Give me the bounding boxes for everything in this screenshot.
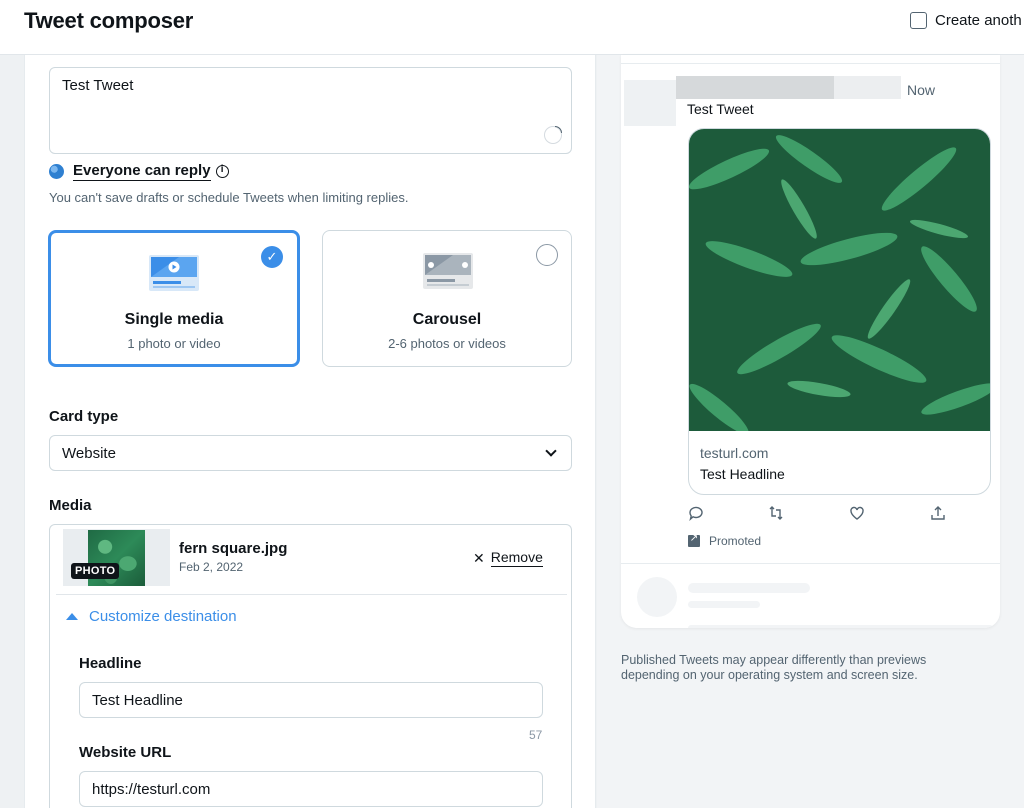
globe-icon — [49, 164, 64, 179]
preview-divider — [621, 563, 1000, 564]
check-icon: ✓ — [261, 246, 283, 268]
headline-char-count: 57 — [529, 728, 543, 742]
website-url-input[interactable]: https://testurl.com — [79, 771, 543, 807]
photo-badge: PHOTO — [71, 563, 120, 579]
promoted-label: Promoted — [688, 533, 762, 548]
file-date: Feb 2, 2022 — [179, 560, 244, 574]
card-type-select[interactable]: Website — [49, 435, 572, 471]
single-media-icon — [149, 255, 199, 291]
option-subtitle: 2-6 photos or videos — [388, 336, 506, 351]
text-placeholder — [688, 601, 760, 608]
reply-settings[interactable]: Everyone can reply — [49, 162, 229, 181]
headline-input[interactable]: Test Headline — [79, 682, 543, 718]
remove-button[interactable]: ✕ Remove — [473, 549, 543, 567]
customize-label: Customize destination — [89, 608, 237, 625]
option-subtitle: 1 photo or video — [127, 336, 221, 351]
create-another-checkbox[interactable]: Create anoth — [910, 12, 1022, 29]
media-option-carousel[interactable]: Carousel 2-6 photos or videos — [322, 230, 572, 367]
avatar — [624, 80, 676, 126]
divider — [56, 594, 567, 595]
remove-label: Remove — [490, 549, 543, 567]
share-icon[interactable] — [930, 505, 946, 521]
retweet-icon[interactable] — [768, 505, 784, 521]
tweet-text-input[interactable]: Test Tweet — [49, 67, 572, 154]
option-title: Carousel — [412, 311, 482, 328]
caret-up-icon — [66, 613, 78, 620]
headline-value: Test Headline — [92, 692, 183, 709]
composer-panel: Test Tweet Everyone can reply You can't … — [24, 55, 596, 808]
card-type-value: Website — [62, 445, 116, 462]
headline-label: Headline — [79, 655, 142, 672]
reply-note: You can't save drafts or schedule Tweets… — [49, 190, 409, 205]
character-counter-ring-icon — [544, 126, 562, 144]
info-icon[interactable] — [215, 164, 229, 178]
media-label: Media — [49, 497, 92, 514]
close-icon: ✕ — [473, 549, 485, 566]
chevron-down-icon — [545, 445, 557, 457]
radio-button[interactable] — [536, 244, 558, 266]
reply-icon[interactable] — [688, 505, 704, 521]
tweet-time: Now — [907, 82, 936, 98]
checkbox-box[interactable] — [910, 12, 927, 29]
page-title: Tweet composer — [24, 8, 194, 33]
reply-setting-link[interactable]: Everyone can reply — [73, 162, 211, 181]
promoted-text: Promoted — [709, 534, 762, 548]
link-domain: testurl.com — [700, 445, 769, 461]
website-url-value: https://testurl.com — [92, 781, 211, 798]
text-placeholder — [688, 583, 810, 593]
customize-destination-toggle[interactable]: Customize destination — [66, 608, 237, 625]
text-placeholder — [688, 625, 993, 628]
carousel-icon — [423, 253, 473, 289]
promoted-icon — [688, 533, 700, 547]
top-bar: Tweet composer Create anoth — [0, 0, 1024, 55]
card-type-label: Card type — [49, 408, 119, 425]
link-headline: Test Headline — [700, 466, 785, 482]
tweet-actions — [688, 505, 948, 523]
preview-disclaimer: Published Tweets may appear differently … — [621, 653, 927, 682]
file-name: fern square.jpg — [179, 540, 288, 557]
create-another-label: Create anoth — [935, 12, 1022, 29]
preview-tweet-text: Test Tweet — [687, 101, 754, 117]
media-option-single[interactable]: ✓ Single media 1 photo or video — [48, 230, 300, 367]
account-name-placeholder — [676, 76, 834, 99]
website-card[interactable]: testurl.com Test Headline — [688, 128, 991, 495]
preview-divider — [621, 63, 1000, 64]
media-thumbnail-frame: PHOTO — [63, 529, 170, 586]
like-icon[interactable] — [849, 505, 865, 521]
website-url-label: Website URL — [79, 744, 172, 761]
fern-image — [689, 129, 990, 431]
tweet-preview: Now Test Tweet testurl.com Test Headline… — [621, 55, 1000, 628]
avatar-placeholder — [637, 577, 677, 617]
option-title: Single media — [124, 311, 224, 328]
account-handle-placeholder — [834, 76, 901, 99]
tweet-text-value: Test Tweet — [62, 77, 134, 94]
